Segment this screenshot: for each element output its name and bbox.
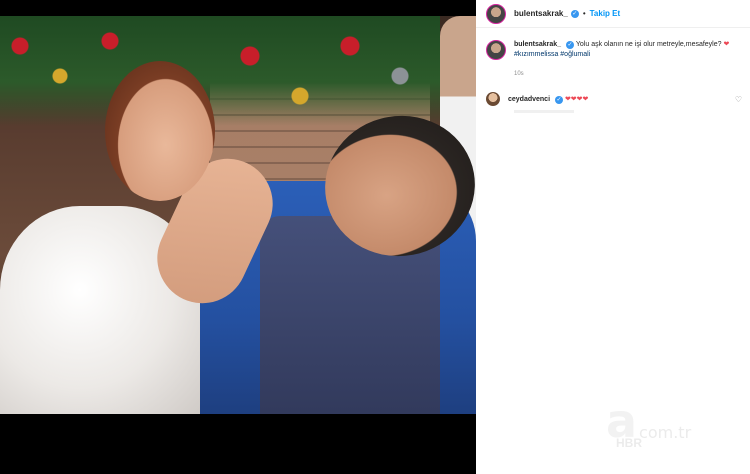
bride-head <box>105 61 215 201</box>
post-photo-pane <box>0 0 476 474</box>
commenter-avatar[interactable] <box>486 92 500 106</box>
post-caption: bulentsakrak_ ✓ Yolu aşk olanın ne işi o… <box>486 40 742 60</box>
author-avatar[interactable] <box>486 3 506 24</box>
header-separator: • <box>582 9 586 18</box>
watermark-domain: com.tr <box>639 423 692 442</box>
caption-hashtags[interactable]: #kızımmelissa #oğlumali <box>514 51 590 58</box>
comment-like-heart-icon[interactable]: ♡ <box>735 95 742 104</box>
commenter-username[interactable]: ceydadvenci <box>508 96 550 103</box>
comment-text: ❤❤❤❤ <box>564 95 589 103</box>
caption-text-block: bulentsakrak_ ✓ Yolu aşk olanın ne işi o… <box>514 40 729 60</box>
comment-row: ceydadvenci ✓ ❤❤❤❤ ♡ <box>486 92 742 106</box>
commenter-verified-icon: ✓ <box>554 95 563 104</box>
christmas-garland <box>0 16 440 126</box>
caption-username[interactable]: bulentsakrak_ <box>514 41 561 48</box>
author-username[interactable]: bulentsakrak_ <box>514 9 568 18</box>
follow-button[interactable]: Takip Et <box>590 9 621 18</box>
post-header: bulentsakrak_ ✓ • Takip Et <box>476 0 750 28</box>
caption-heart: ❤ <box>723 41 730 48</box>
comment-meta-placeholder <box>514 110 574 113</box>
post-photo[interactable] <box>0 16 476 414</box>
site-watermark: a com.tr HBR <box>606 398 692 450</box>
verified-badge-icon: ✓ <box>570 9 579 18</box>
caption-text: Yolu aşk olanın ne işi olur metreyle,mes… <box>575 41 722 48</box>
caption-timestamp: 10s <box>514 71 524 77</box>
caption-author-avatar[interactable] <box>486 40 506 60</box>
watermark-brand: HBR <box>616 436 642 450</box>
comment-text-block: ceydadvenci ✓ ❤❤❤❤ <box>508 95 588 104</box>
caption-verified-icon: ✓ <box>566 41 575 49</box>
